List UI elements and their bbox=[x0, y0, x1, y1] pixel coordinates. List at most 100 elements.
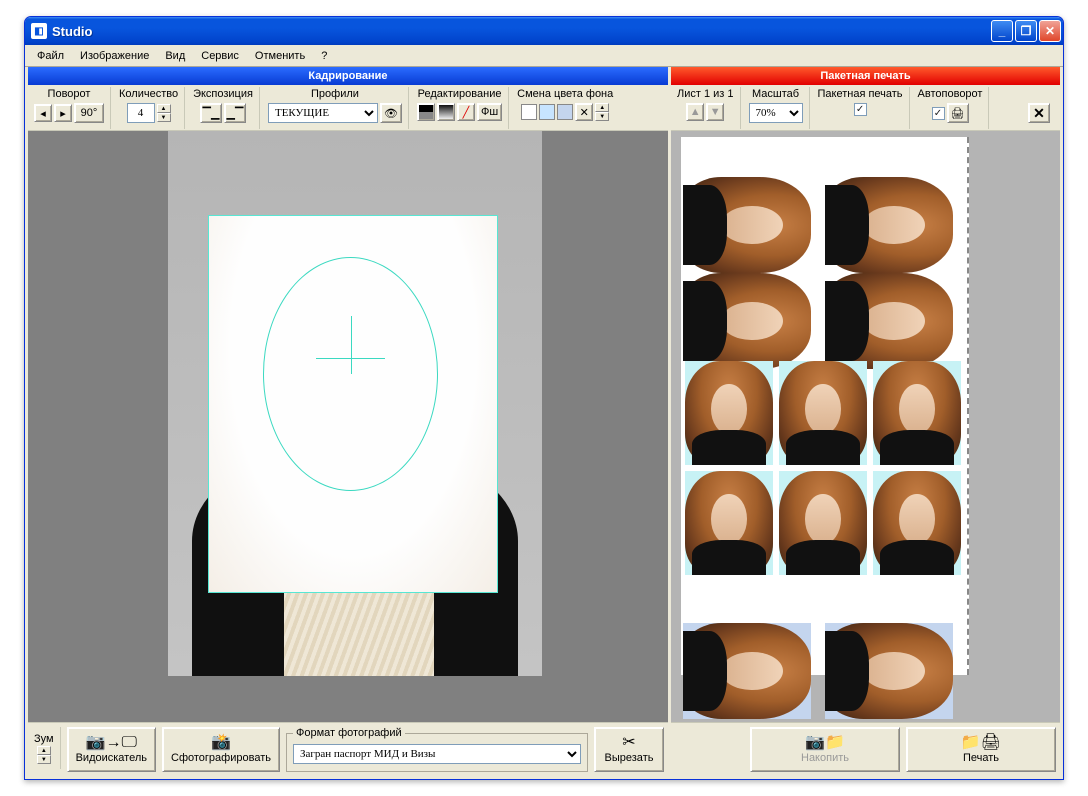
chevron-down-icon[interactable]: ▼ bbox=[595, 112, 609, 121]
minimize-button[interactable]: _ bbox=[991, 20, 1013, 42]
menu-service[interactable]: Сервис bbox=[193, 45, 247, 66]
group-rotate: Поворот ◂ ▸ 90° bbox=[32, 87, 111, 129]
viewfinder-label: Видоискатель bbox=[76, 752, 147, 764]
panel-batch-header: Пакетная печать bbox=[671, 67, 1060, 85]
thumbnail bbox=[683, 623, 811, 719]
thumbnail bbox=[779, 361, 867, 465]
autorot-checkbox[interactable]: ✓ bbox=[932, 107, 945, 120]
cut-button[interactable]: ✂ Вырезать bbox=[594, 727, 664, 772]
bg-clear-button[interactable]: ✕ bbox=[575, 103, 593, 121]
photo bbox=[168, 131, 542, 676]
group-bgcolor: Смена цвета фона ✕ ▲ ▼ bbox=[515, 87, 619, 129]
clear-sheet-button[interactable]: ✕ bbox=[1028, 103, 1050, 123]
curves-button[interactable] bbox=[437, 103, 455, 121]
crosshair-h bbox=[316, 358, 385, 359]
rotate-angle[interactable]: 90° bbox=[74, 103, 104, 123]
zoom-spinner[interactable]: ▲ ▼ bbox=[37, 746, 51, 764]
sheet-next-button[interactable]: ▼ bbox=[706, 103, 724, 121]
label-editing: Редактирование bbox=[418, 87, 502, 101]
scissors-icon: ✂ bbox=[622, 735, 635, 751]
print-label: Печать bbox=[963, 752, 999, 764]
sheet-prev-button[interactable]: ▲ bbox=[686, 103, 704, 121]
profiles-eye-button[interactable]: 👁 bbox=[380, 103, 402, 123]
close-button[interactable]: ✕ bbox=[1039, 20, 1061, 42]
format-fieldset: Формат фотографий Загран паспорт МИД и В… bbox=[286, 727, 588, 772]
app-title: Studio bbox=[52, 24, 989, 39]
label-autorot: Автоповорот bbox=[918, 87, 983, 101]
group-autorot: Автоповорот ✓ 🖨 bbox=[916, 87, 990, 129]
format-legend: Формат фотографий bbox=[293, 727, 405, 739]
group-exposure: Экспозиция ▔▁ ▁▔ bbox=[191, 87, 260, 129]
shoot-button[interactable]: 📸 Сфотографировать bbox=[162, 727, 280, 772]
quantity-spinner[interactable]: ▲ ▼ bbox=[157, 104, 171, 122]
quantity-input[interactable] bbox=[127, 103, 155, 123]
accumulate-label: Накопить bbox=[801, 752, 849, 764]
thumbnail bbox=[685, 361, 773, 465]
bg-spinner[interactable]: ▲ ▼ bbox=[595, 103, 609, 121]
menubar: Файл Изображение Вид Сервис Отменить ? bbox=[25, 45, 1063, 67]
group-profiles: Профили ТЕКУЩИЕ 👁 bbox=[266, 87, 409, 129]
group-batch: Пакетная печать ✓ bbox=[816, 87, 910, 129]
profiles-select[interactable]: ТЕКУЩИЕ bbox=[268, 103, 378, 123]
format-select[interactable]: Загран паспорт МИД и Визы bbox=[293, 744, 581, 764]
brush-button[interactable]: ╱ bbox=[457, 103, 475, 121]
camera-folder-icon: 📷📁 bbox=[805, 735, 845, 751]
exposure-up-button[interactable]: ▁▔ bbox=[224, 103, 246, 123]
thumbnail bbox=[825, 177, 953, 273]
chevron-up-icon[interactable]: ▲ bbox=[37, 746, 51, 755]
label-batch: Пакетная печать bbox=[818, 87, 903, 101]
menu-view[interactable]: Вид bbox=[157, 45, 193, 66]
chevron-down-icon[interactable]: ▼ bbox=[157, 113, 171, 122]
menu-file[interactable]: Файл bbox=[29, 45, 72, 66]
chevron-up-icon[interactable]: ▲ bbox=[595, 103, 609, 112]
photoshop-button[interactable]: Фш bbox=[477, 103, 502, 121]
levels-button[interactable] bbox=[417, 103, 435, 121]
menu-help[interactable]: ? bbox=[313, 45, 335, 66]
cropping-bottom-toolbar: Зум ▲ ▼ 📷→🖵 Видоискатель 📸 Сфотографиров… bbox=[28, 722, 668, 776]
group-clear: ✕ bbox=[1026, 87, 1056, 129]
chevron-down-icon[interactable]: ▼ bbox=[37, 755, 51, 764]
crosshair-v bbox=[351, 316, 352, 374]
panel-batch-print: Пакетная печать Лист 1 из 1 ▲ ▼ Масштаб … bbox=[671, 67, 1060, 776]
menu-undo[interactable]: Отменить bbox=[247, 45, 313, 66]
thumbnail bbox=[683, 177, 811, 273]
shoot-label: Сфотографировать bbox=[171, 752, 271, 764]
thumbnail bbox=[873, 471, 961, 575]
thumbnail bbox=[825, 273, 953, 369]
group-sheet: Лист 1 из 1 ▲ ▼ bbox=[675, 87, 741, 129]
label-quantity: Количество bbox=[119, 87, 178, 101]
camera-capture-icon: 📸 bbox=[211, 735, 231, 751]
panel-cropping: Кадрирование Поворот ◂ ▸ 90° Количество bbox=[28, 67, 668, 776]
group-editing: Редактирование ╱ Фш bbox=[415, 87, 509, 129]
maximize-button[interactable]: ❐ bbox=[1015, 20, 1037, 42]
scale-select[interactable]: 70% bbox=[749, 103, 803, 123]
label-bgcolor: Смена цвета фона bbox=[517, 87, 613, 101]
titlebar: ◧ Studio _ ❐ ✕ bbox=[25, 17, 1063, 45]
thumbnail bbox=[779, 471, 867, 575]
thumbnail bbox=[685, 471, 773, 575]
folder-printer-icon: 📁🖨 bbox=[961, 735, 1001, 751]
bg-swatch-white[interactable] bbox=[521, 104, 537, 120]
main-canvas[interactable] bbox=[28, 131, 668, 722]
viewfinder-button[interactable]: 📷→🖵 Видоискатель bbox=[67, 727, 156, 772]
menu-image[interactable]: Изображение bbox=[72, 45, 157, 66]
print-button[interactable]: 📁🖨 Печать bbox=[906, 727, 1056, 772]
accumulate-button[interactable]: 📷📁 Накопить bbox=[750, 727, 900, 772]
print-settings-button[interactable]: 🖨 bbox=[947, 103, 969, 123]
group-quantity: Количество ▲ ▼ bbox=[117, 87, 185, 129]
bg-swatch-lightblue[interactable] bbox=[539, 104, 555, 120]
face-oval-guide bbox=[263, 257, 438, 491]
rotate-left-button[interactable]: ◂ bbox=[34, 104, 52, 122]
bg-swatch-blue[interactable] bbox=[557, 104, 573, 120]
rotate-right-button[interactable]: ▸ bbox=[54, 104, 72, 122]
print-preview-canvas[interactable] bbox=[671, 131, 1060, 722]
thumbnail bbox=[825, 623, 953, 719]
cut-label: Вырезать bbox=[605, 752, 654, 764]
preview-sheet bbox=[681, 137, 969, 675]
thumbnail bbox=[683, 273, 811, 369]
batch-checkbox[interactable]: ✓ bbox=[854, 103, 867, 116]
cropping-toolbar: Поворот ◂ ▸ 90° Количество ▲ ▼ bbox=[28, 85, 668, 131]
label-sheet: Лист 1 из 1 bbox=[677, 87, 734, 101]
chevron-up-icon[interactable]: ▲ bbox=[157, 104, 171, 113]
exposure-down-button[interactable]: ▔▁ bbox=[200, 103, 222, 123]
